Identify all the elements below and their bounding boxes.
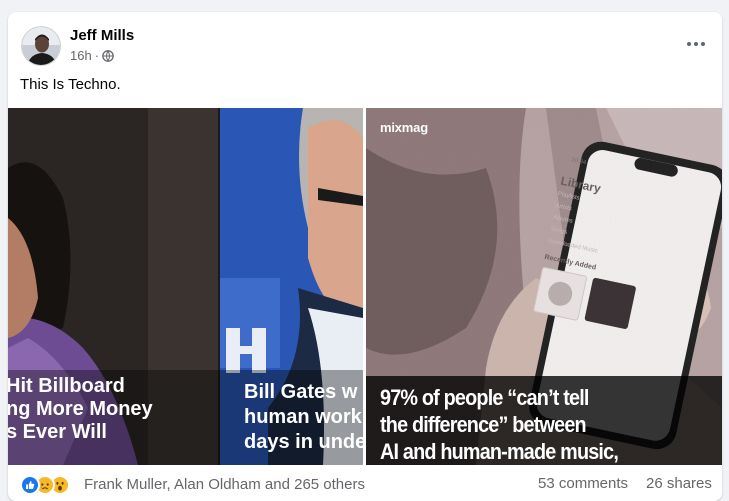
shares-count[interactable]: 26 shares bbox=[646, 475, 712, 492]
caption-right-line: Bill Gates w bbox=[244, 381, 358, 403]
post-header: Jeff Mills 16h · bbox=[8, 12, 722, 76]
mixmag-headline: 97% of people “can’t tell the difference… bbox=[380, 384, 619, 465]
author-name[interactable]: Jeff Mills bbox=[70, 27, 134, 44]
caption-left-line: Hit Billboard bbox=[8, 375, 125, 397]
caption-left-line: s Ever Will bbox=[8, 421, 107, 443]
caption-right-line: human work bbox=[244, 406, 362, 428]
headline-line: 97% of people “can’t tell bbox=[380, 385, 589, 410]
caption-left: Hit Billboard ng More Money s Ever Will bbox=[8, 375, 153, 444]
like-icon bbox=[20, 475, 40, 495]
post-meta: 16h · bbox=[70, 48, 114, 63]
caption-left-line: ng More Money bbox=[8, 398, 153, 420]
meta-separator: · bbox=[94, 48, 100, 63]
headline-line: AI and human-made music, bbox=[380, 439, 619, 464]
album-cover-emblem bbox=[545, 279, 575, 309]
caption-right-line: days in unde bbox=[244, 431, 363, 453]
headline-line: the difference” between bbox=[380, 412, 587, 437]
avatar-photo bbox=[22, 27, 60, 65]
album-cover bbox=[532, 266, 588, 322]
post-card: Jeff Mills 16h · This Is Techno. Hit Bil… bbox=[8, 12, 722, 501]
post-media: Hit Billboard ng More Money s Ever Will … bbox=[8, 108, 722, 465]
more-options-button[interactable] bbox=[682, 30, 710, 58]
author-avatar[interactable] bbox=[21, 26, 61, 66]
ellipsis-icon bbox=[687, 42, 705, 46]
comments-count[interactable]: 53 comments bbox=[538, 475, 628, 492]
news-image-left[interactable]: Hit Billboard ng More Money s Ever Will … bbox=[8, 108, 363, 465]
post-text: This Is Techno. bbox=[20, 76, 121, 93]
reaction-names[interactable]: Frank Muller, Alan Oldham and 265 others bbox=[84, 476, 365, 493]
caption-right: Bill Gates w human work days in unde bbox=[244, 380, 363, 455]
post-time[interactable]: 16h bbox=[70, 48, 92, 63]
post-footer: Frank Muller, Alan Oldham and 265 others… bbox=[8, 470, 722, 501]
album-cover bbox=[584, 277, 637, 330]
brand-logo: mixmag bbox=[380, 120, 428, 135]
reaction-icons[interactable] bbox=[20, 475, 70, 495]
globe-icon bbox=[102, 49, 114, 62]
mixmag-image[interactable]: 10:34 Library Playlists Artists Albums S… bbox=[366, 108, 722, 465]
